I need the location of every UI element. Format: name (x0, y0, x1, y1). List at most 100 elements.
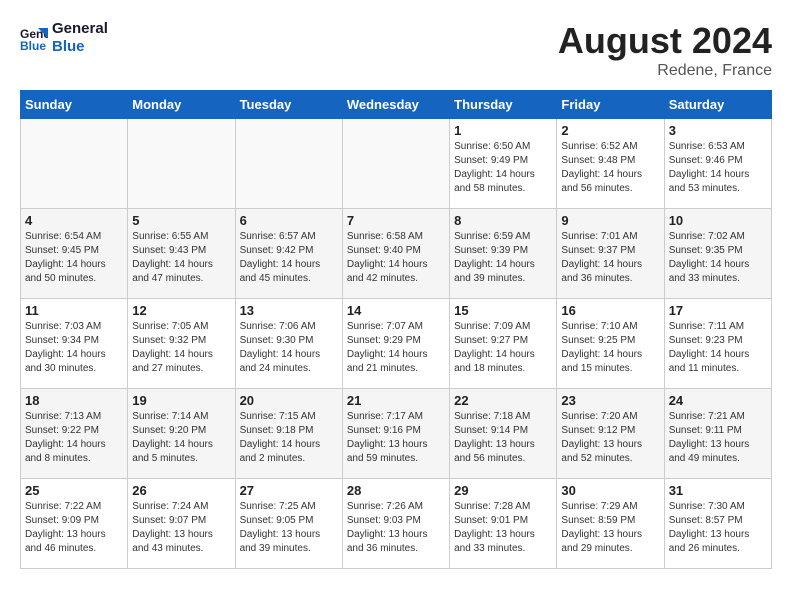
day-cell-5: 5 Sunrise: 6:55 AMSunset: 9:43 PMDaylight… (128, 209, 235, 299)
day-cell-6: 6 Sunrise: 6:57 AMSunset: 9:42 PMDaylight… (235, 209, 342, 299)
day-cell-31: 31Sunrise: 7:30 AMSunset: 8:57 PMDayligh… (664, 479, 771, 569)
subtitle: Redene, France (558, 62, 772, 80)
day-cell-22: 22 Sunrise: 7:18 AMSunset: 9:14 PMDayligh… (450, 389, 557, 479)
day-cell-12: 12Sunrise: 7:05 AMSunset: 9:32 PMDayligh… (128, 299, 235, 389)
day-cell-30: 30 Sunrise: 7:29 AMSunset: 8:59 PMDayligh… (557, 479, 664, 569)
day-number: 10 (669, 213, 767, 228)
day-info: Sunrise: 7:09 AMSunset: 9:27 PMDaylight:… (454, 320, 552, 376)
day-number: 15 (454, 303, 552, 318)
logo-blue: Blue (52, 38, 108, 56)
day-info: Sunrise: 6:53 AMSunset: 9:46 PMDaylight:… (669, 140, 767, 196)
day-number: 31 (669, 483, 767, 498)
day-cell-29: 29 Sunrise: 7:28 AMSunset: 9:01 PMDayligh… (450, 479, 557, 569)
day-cell-empty (235, 119, 342, 209)
day-cell-3: 3 Sunrise: 6:53 AMSunset: 9:46 PMDaylight… (664, 119, 771, 209)
day-info: Sunrise: 7:11 AMSunset: 9:23 PMDaylight:… (669, 320, 767, 376)
day-number: 24 (669, 393, 767, 408)
day-info: Sunrise: 7:17 AMSunset: 9:16 PMDaylight:… (347, 410, 445, 466)
day-cell-27: 27Sunrise: 7:25 AMSunset: 9:05 PMDayligh… (235, 479, 342, 569)
day-number: 18 (25, 393, 123, 408)
day-cell-9: 9Sunrise: 7:01 AMSunset: 9:37 PMDaylight… (557, 209, 664, 299)
day-cell-26: 26 Sunrise: 7:24 AMSunset: 9:07 PMDayligh… (128, 479, 235, 569)
day-info: Sunrise: 7:18 AMSunset: 9:14 PMDaylight:… (454, 410, 552, 466)
day-info: Sunrise: 7:06 AMSunset: 9:30 PMDaylight:… (240, 320, 338, 376)
day-cell-empty (342, 119, 449, 209)
day-number: 19 (132, 393, 230, 408)
calendar-header-row: SundayMondayTuesdayWednesdayThursdayFrid… (21, 91, 772, 119)
week-row-3: 11Sunrise: 7:03 AMSunset: 9:34 PMDayligh… (21, 299, 772, 389)
day-cell-19: 19 Sunrise: 7:14 AMSunset: 9:20 PMDayligh… (128, 389, 235, 479)
col-saturday: Saturday (664, 91, 771, 119)
col-wednesday: Wednesday (342, 91, 449, 119)
day-info: Sunrise: 7:28 AMSunset: 9:01 PMDaylight:… (454, 500, 552, 556)
title-area: August 2024 Redene, France (558, 20, 772, 80)
day-cell-empty (21, 119, 128, 209)
day-info: Sunrise: 7:20 AMSunset: 9:12 PMDaylight:… (561, 410, 659, 466)
day-number: 1 (454, 123, 552, 138)
day-info: Sunrise: 7:25 AMSunset: 9:05 PMDaylight:… (240, 500, 338, 556)
logo-icon: General Blue (20, 24, 48, 52)
day-cell-24: 24 Sunrise: 7:21 AMSunset: 9:11 PMDayligh… (664, 389, 771, 479)
week-row-4: 18Sunrise: 7:13 AMSunset: 9:22 PMDayligh… (21, 389, 772, 479)
day-cell-empty (128, 119, 235, 209)
day-number: 8 (454, 213, 552, 228)
day-cell-14: 14Sunrise: 7:07 AMSunset: 9:29 PMDayligh… (342, 299, 449, 389)
day-info: Sunrise: 6:55 AMSunset: 9:43 PMDaylight:… (132, 230, 230, 286)
day-cell-2: 2Sunrise: 6:52 AMSunset: 9:48 PMDaylight… (557, 119, 664, 209)
day-number: 25 (25, 483, 123, 498)
col-monday: Monday (128, 91, 235, 119)
day-info: Sunrise: 7:10 AMSunset: 9:25 PMDaylight:… (561, 320, 659, 376)
day-number: 17 (669, 303, 767, 318)
day-number: 16 (561, 303, 659, 318)
day-info: Sunrise: 7:07 AMSunset: 9:29 PMDaylight:… (347, 320, 445, 376)
day-cell-16: 16 Sunrise: 7:10 AMSunset: 9:25 PMDayligh… (557, 299, 664, 389)
day-info: Sunrise: 7:15 AMSunset: 9:18 PMDaylight:… (240, 410, 338, 466)
day-number: 6 (240, 213, 338, 228)
day-cell-8: 8 Sunrise: 6:59 AMSunset: 9:39 PMDaylight… (450, 209, 557, 299)
day-info: Sunrise: 7:05 AMSunset: 9:32 PMDaylight:… (132, 320, 230, 376)
week-row-1: 1Sunrise: 6:50 AMSunset: 9:49 PMDaylight… (21, 119, 772, 209)
day-info: Sunrise: 7:26 AMSunset: 9:03 PMDaylight:… (347, 500, 445, 556)
day-number: 7 (347, 213, 445, 228)
day-number: 23 (561, 393, 659, 408)
col-tuesday: Tuesday (235, 91, 342, 119)
day-cell-10: 10Sunrise: 7:02 AMSunset: 9:35 PMDayligh… (664, 209, 771, 299)
day-info: Sunrise: 6:54 AMSunset: 9:45 PMDaylight:… (25, 230, 123, 286)
day-info: Sunrise: 7:29 AMSunset: 8:59 PMDaylight:… (561, 500, 659, 556)
day-info: Sunrise: 6:58 AMSunset: 9:40 PMDaylight:… (347, 230, 445, 286)
day-cell-28: 28 Sunrise: 7:26 AMSunset: 9:03 PMDayligh… (342, 479, 449, 569)
day-info: Sunrise: 7:14 AMSunset: 9:20 PMDaylight:… (132, 410, 230, 466)
day-number: 26 (132, 483, 230, 498)
day-cell-25: 25Sunrise: 7:22 AMSunset: 9:09 PMDayligh… (21, 479, 128, 569)
day-number: 22 (454, 393, 552, 408)
day-number: 4 (25, 213, 123, 228)
day-info: Sunrise: 6:57 AMSunset: 9:42 PMDaylight:… (240, 230, 338, 286)
logo-general: General (52, 20, 108, 38)
day-info: Sunrise: 7:21 AMSunset: 9:11 PMDaylight:… (669, 410, 767, 466)
day-number: 29 (454, 483, 552, 498)
day-number: 3 (669, 123, 767, 138)
day-cell-1: 1Sunrise: 6:50 AMSunset: 9:49 PMDaylight… (450, 119, 557, 209)
day-info: Sunrise: 6:59 AMSunset: 9:39 PMDaylight:… (454, 230, 552, 286)
day-cell-15: 15 Sunrise: 7:09 AMSunset: 9:27 PMDayligh… (450, 299, 557, 389)
logo: General Blue General Blue (20, 20, 108, 56)
day-cell-23: 23 Sunrise: 7:20 AMSunset: 9:12 PMDayligh… (557, 389, 664, 479)
main-title: August 2024 (558, 20, 772, 62)
day-info: Sunrise: 7:03 AMSunset: 9:34 PMDaylight:… (25, 320, 123, 376)
day-number: 21 (347, 393, 445, 408)
col-thursday: Thursday (450, 91, 557, 119)
day-info: Sunrise: 7:24 AMSunset: 9:07 PMDaylight:… (132, 500, 230, 556)
day-number: 28 (347, 483, 445, 498)
day-cell-11: 11Sunrise: 7:03 AMSunset: 9:34 PMDayligh… (21, 299, 128, 389)
calendar: SundayMondayTuesdayWednesdayThursdayFrid… (20, 90, 772, 569)
day-cell-17: 17 Sunrise: 7:11 AMSunset: 9:23 PMDayligh… (664, 299, 771, 389)
day-cell-7: 7 Sunrise: 6:58 AMSunset: 9:40 PMDaylight… (342, 209, 449, 299)
day-number: 5 (132, 213, 230, 228)
day-number: 20 (240, 393, 338, 408)
day-cell-4: 4 Sunrise: 6:54 AMSunset: 9:45 PMDaylight… (21, 209, 128, 299)
col-sunday: Sunday (21, 91, 128, 119)
day-number: 30 (561, 483, 659, 498)
day-cell-18: 18Sunrise: 7:13 AMSunset: 9:22 PMDayligh… (21, 389, 128, 479)
day-number: 2 (561, 123, 659, 138)
day-cell-20: 20 Sunrise: 7:15 AMSunset: 9:18 PMDayligh… (235, 389, 342, 479)
